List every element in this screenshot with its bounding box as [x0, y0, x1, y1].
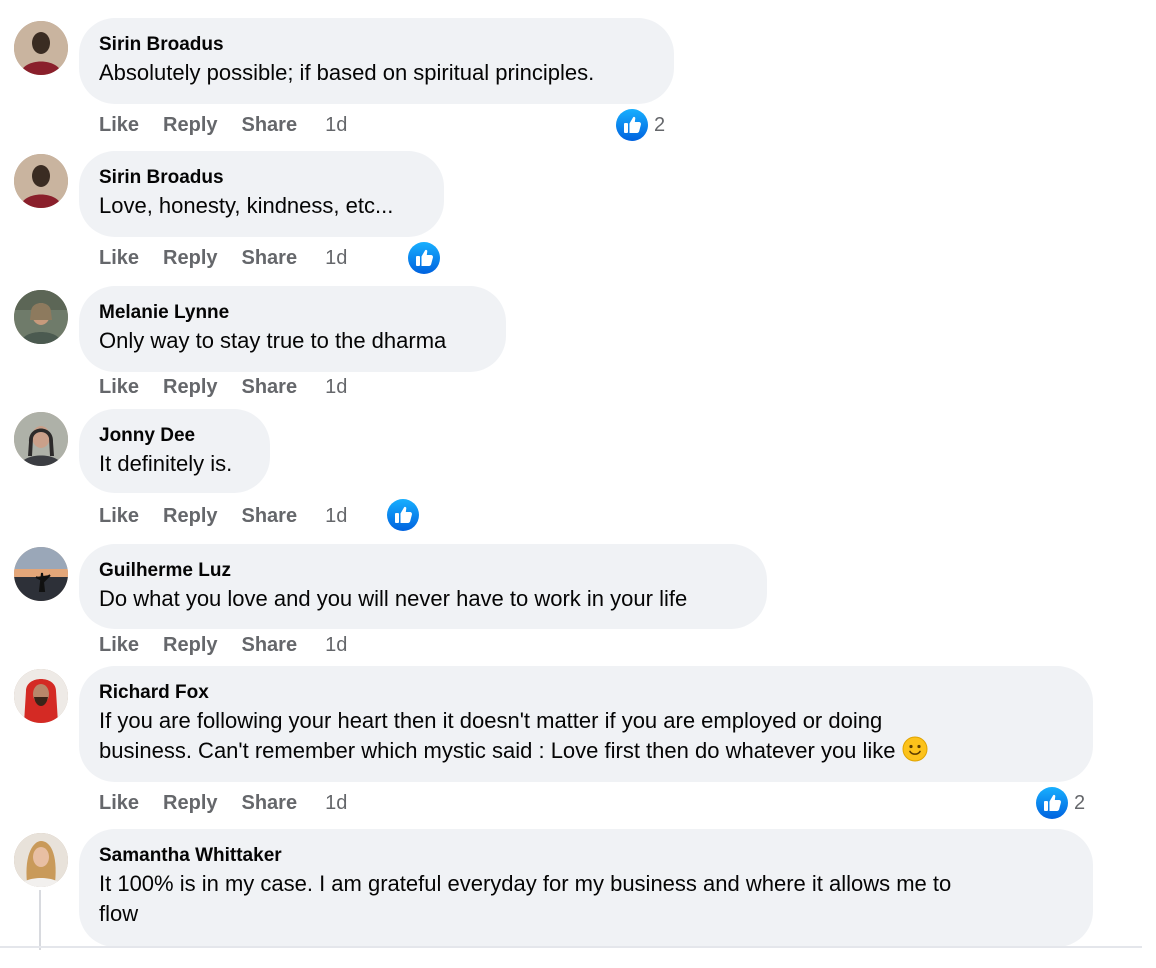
comment-timestamp[interactable]: 1d — [325, 503, 347, 529]
reply-button[interactable]: Reply — [163, 503, 217, 529]
comment-bubble: Melanie Lynne Only way to stay true to t… — [79, 286, 506, 372]
comment-text: Do what you love and you will never have… — [99, 586, 688, 611]
comment-timestamp[interactable]: 1d — [325, 790, 347, 816]
reaction-summary[interactable]: 2 — [1036, 787, 1085, 819]
comment-actions: Like Reply Share 1d — [99, 112, 347, 138]
reaction-summary[interactable]: 2 — [616, 109, 665, 141]
share-button[interactable]: Share — [242, 632, 298, 658]
reaction-summary[interactable] — [408, 242, 440, 274]
comment-bubble: Samantha Whittaker It 100% is in my case… — [79, 829, 1093, 947]
comment-text: Absolutely possible; if based on spiritu… — [99, 60, 595, 85]
share-button[interactable]: Share — [242, 790, 298, 816]
avatar[interactable] — [14, 669, 68, 723]
avatar[interactable] — [14, 412, 68, 466]
share-button[interactable]: Share — [242, 245, 298, 271]
comment-text-line: business. Can't remember which mystic sa… — [99, 736, 1073, 766]
comment-text-line: flow — [99, 901, 139, 926]
like-thumb-icon — [408, 242, 440, 274]
comment-bubble: Jonny Dee It definitely is. — [79, 409, 270, 493]
comment-timestamp[interactable]: 1d — [325, 112, 347, 138]
like-button[interactable]: Like — [99, 790, 139, 816]
slightly-smiling-face-icon — [902, 736, 928, 762]
comment-actions: Like Reply Share 1d — [99, 245, 347, 271]
reply-thread-line — [39, 890, 41, 950]
like-button[interactable]: Like — [99, 503, 139, 529]
like-button[interactable]: Like — [99, 374, 139, 400]
comment-text: It 100% is in my case. I am grateful eve… — [99, 869, 1073, 929]
reaction-summary[interactable] — [387, 499, 419, 531]
share-button[interactable]: Share — [242, 112, 298, 138]
reply-button[interactable]: Reply — [163, 790, 217, 816]
comment-timestamp[interactable]: 1d — [325, 374, 347, 400]
comment-timestamp[interactable]: 1d — [325, 245, 347, 271]
comment-timestamp[interactable]: 1d — [325, 632, 347, 658]
comment-actions: Like Reply Share 1d — [99, 503, 347, 529]
like-thumb-icon — [387, 499, 419, 531]
comment-bubble: Richard Fox If you are following your he… — [79, 666, 1093, 782]
share-button[interactable]: Share — [242, 374, 298, 400]
avatar[interactable] — [14, 21, 68, 75]
avatar[interactable] — [14, 547, 68, 601]
like-button[interactable]: Like — [99, 632, 139, 658]
reply-button[interactable]: Reply — [163, 374, 217, 400]
like-button[interactable]: Like — [99, 112, 139, 138]
comment-bubble: Sirin Broadus Absolutely possible; if ba… — [79, 18, 674, 104]
comment-actions: Like Reply Share 1d — [99, 790, 347, 816]
comment-author[interactable]: Melanie Lynne — [99, 302, 486, 324]
comment-author[interactable]: Sirin Broadus — [99, 167, 424, 189]
divider — [0, 946, 1142, 948]
share-button[interactable]: Share — [242, 503, 298, 529]
reply-button[interactable]: Reply — [163, 245, 217, 271]
comment-text-line: If you are following your heart then it … — [99, 708, 883, 733]
comment-author[interactable]: Richard Fox — [99, 682, 1073, 704]
comment-text: If you are following your heart then it … — [99, 706, 1073, 766]
comment-actions: Like Reply Share 1d — [99, 374, 347, 400]
comment-author[interactable]: Guilherme Luz — [99, 560, 747, 582]
like-button[interactable]: Like — [99, 245, 139, 271]
comment-text-line: It 100% is in my case. I am grateful eve… — [99, 871, 952, 896]
comment-author[interactable]: Jonny Dee — [99, 425, 250, 447]
reaction-count: 2 — [654, 113, 666, 136]
avatar[interactable] — [14, 154, 68, 208]
comment-author[interactable]: Samantha Whittaker — [99, 845, 1073, 867]
comment-text-segment: business. Can't remember which mystic sa… — [99, 738, 896, 763]
comment-text: Only way to stay true to the dharma — [99, 328, 447, 353]
comment-bubble: Sirin Broadus Love, honesty, kindness, e… — [79, 151, 444, 237]
reply-button[interactable]: Reply — [163, 632, 217, 658]
comment-bubble: Guilherme Luz Do what you love and you w… — [79, 544, 767, 629]
like-thumb-icon — [1036, 787, 1068, 819]
like-thumb-icon — [616, 109, 648, 141]
avatar[interactable] — [14, 833, 68, 887]
comment-actions: Like Reply Share 1d — [99, 632, 347, 658]
avatar[interactable] — [14, 290, 68, 344]
reaction-count: 2 — [1074, 791, 1086, 814]
comment-author[interactable]: Sirin Broadus — [99, 34, 654, 56]
comment-text: Love, honesty, kindness, etc... — [99, 193, 394, 218]
comment-text: It definitely is. — [99, 451, 233, 476]
reply-button[interactable]: Reply — [163, 112, 217, 138]
